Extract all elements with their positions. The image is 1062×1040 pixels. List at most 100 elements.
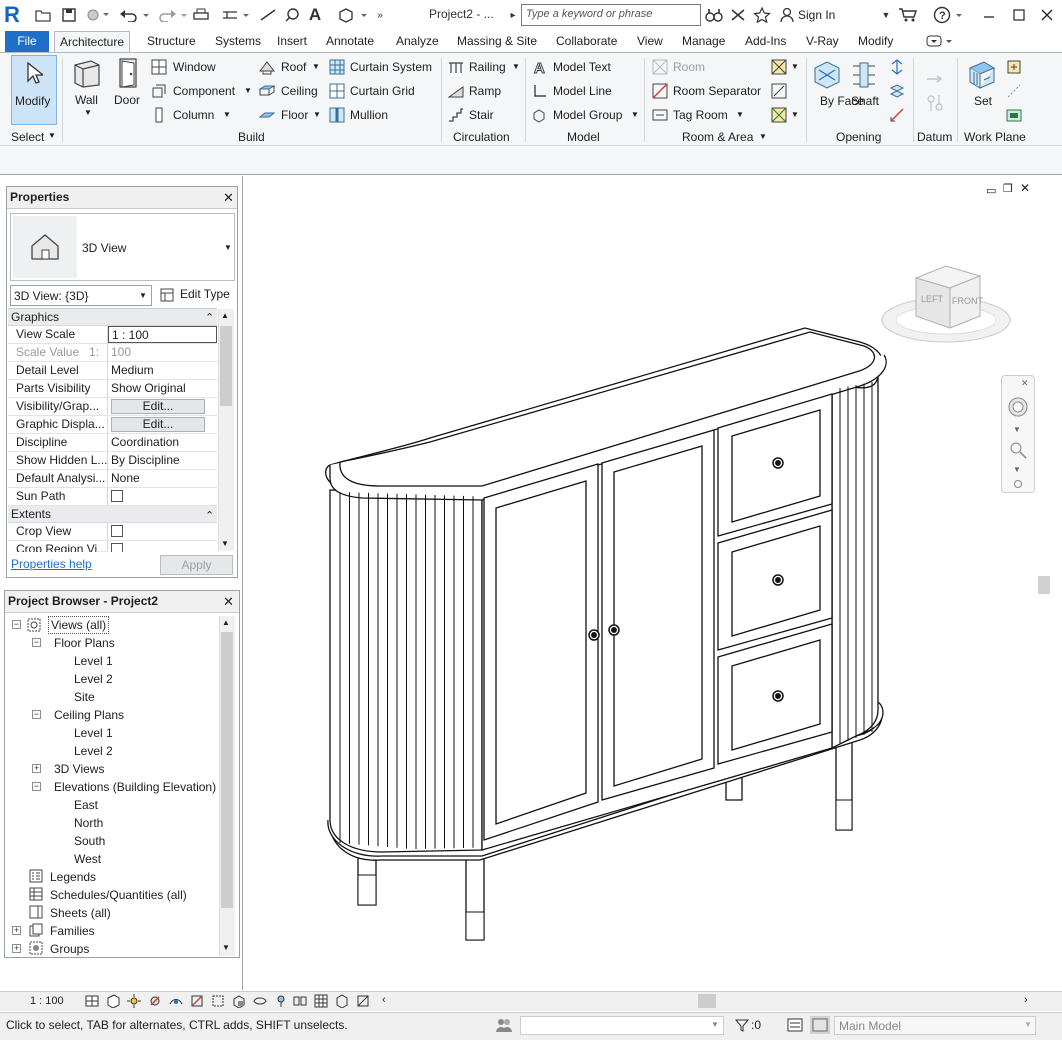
component-label[interactable]: Component <box>173 84 235 98</box>
scroll-thumb[interactable] <box>220 326 232 406</box>
graphic-display-edit-button[interactable]: Edit... <box>111 417 205 432</box>
crop-view-icon[interactable] <box>189 993 205 1009</box>
chevron-down-icon[interactable]: ▼ <box>244 86 252 95</box>
panel-title-room-area[interactable]: Room & Area <box>682 130 753 144</box>
collapse-icon[interactable]: − <box>32 782 41 791</box>
detail-level-icon[interactable] <box>84 993 100 1009</box>
railing-label[interactable]: Railing <box>469 60 506 74</box>
instance-dropdown[interactable]: 3D View: {3D} <box>10 285 152 306</box>
tab-manage[interactable]: Manage <box>677 31 730 52</box>
visual-style-icon[interactable] <box>105 993 121 1009</box>
workset-dropdown[interactable] <box>520 1016 724 1035</box>
design-options-icon[interactable] <box>810 1016 830 1034</box>
tab-systems[interactable]: Systems <box>210 31 266 52</box>
chevron-down-icon[interactable]: ▼ <box>1013 425 1021 434</box>
tree-item-ceiling-plans[interactable]: Ceiling Plans <box>54 706 124 724</box>
close-icon[interactable]: ✕ <box>1020 181 1030 195</box>
worksets-icon[interactable] <box>494 1016 514 1034</box>
scroll-up-icon[interactable]: ▲ <box>221 311 229 320</box>
visibility-edit-button[interactable]: Edit... <box>111 399 205 414</box>
property-value[interactable]: By Discipline <box>108 452 217 469</box>
shaft-icon[interactable] <box>848 58 880 92</box>
chevron-down-icon[interactable]: ▼ <box>512 62 520 71</box>
vertical-opening-icon[interactable] <box>888 82 906 100</box>
railing-icon[interactable] <box>447 58 465 76</box>
sign-in-link[interactable]: Sign In <box>798 8 835 22</box>
chevron-down-icon[interactable]: ▼ <box>223 110 231 119</box>
tree-item-families[interactable]: Families <box>50 922 95 940</box>
tab-annotate[interactable]: Annotate <box>321 31 379 52</box>
lock-view-icon[interactable] <box>231 993 247 1009</box>
editing-requests-icon[interactable] <box>786 1016 804 1034</box>
chevron-down-icon[interactable]: ▼ <box>1013 465 1021 474</box>
crop-region-icon[interactable] <box>210 993 226 1009</box>
undo-icon[interactable] <box>118 5 152 25</box>
tab-file[interactable]: File <box>5 31 49 52</box>
tab-collaborate[interactable]: Collaborate <box>551 31 622 52</box>
ribbon-toggle-icon[interactable] <box>924 32 958 50</box>
property-row[interactable]: Visibility/Grap... Edit... <box>8 398 217 416</box>
collapse-icon[interactable]: − <box>32 638 41 647</box>
close-icon[interactable]: ✕ <box>1021 378 1029 389</box>
expand-icon[interactable]: + <box>12 944 21 953</box>
tree-item-schedules[interactable]: Schedules/Quantities (all) <box>50 886 187 904</box>
stair-icon[interactable] <box>447 106 465 124</box>
curtain-system-label[interactable]: Curtain System <box>350 60 432 74</box>
property-value[interactable]: Show Original <box>108 380 217 397</box>
collapse-icon[interactable]: ⌃ <box>205 311 214 324</box>
crop-view-checkbox[interactable] <box>111 525 123 537</box>
roof-label[interactable]: Roof <box>281 60 306 74</box>
wall-opening-icon[interactable] <box>888 58 906 76</box>
group-extents[interactable]: Extents <box>8 506 217 523</box>
tab-view[interactable]: View <box>632 31 668 52</box>
chevron-down-icon[interactable]: ▼ <box>880 5 892 25</box>
ramp-icon[interactable] <box>447 82 465 100</box>
property-row[interactable]: View Scale 1 : 100 <box>8 326 217 344</box>
collapse-icon[interactable]: − <box>32 710 41 719</box>
column-label[interactable]: Column <box>173 108 214 122</box>
viewcube-left-label[interactable]: LEFT <box>921 294 944 304</box>
chevron-down-icon[interactable]: ▼ <box>631 110 639 119</box>
tree-item-sheets[interactable]: Sheets (all) <box>50 904 111 922</box>
door-label[interactable]: Door <box>114 93 140 107</box>
chevron-down-icon[interactable]: ▼ <box>711 1020 719 1029</box>
view-scale-label[interactable]: 1 : 100 <box>30 995 64 1007</box>
temporary-view-icon[interactable] <box>313 993 329 1009</box>
cart-icon[interactable] <box>897 5 919 25</box>
tab-modify[interactable]: Modify <box>853 31 898 52</box>
by-face-icon[interactable] <box>812 58 842 92</box>
collapse-icon[interactable]: ⌃ <box>205 509 214 522</box>
tree-item-west[interactable]: West <box>74 850 101 868</box>
room-separator-label[interactable]: Room Separator <box>673 84 761 98</box>
view-vscroll-thumb[interactable] <box>1038 576 1050 594</box>
revit-logo-icon[interactable]: R <box>4 2 26 28</box>
qat-more-icon[interactable]: » <box>374 5 386 25</box>
tag-room-label[interactable]: Tag Room <box>673 108 728 122</box>
floor-label[interactable]: Floor <box>281 108 308 122</box>
stair-label[interactable]: Stair <box>469 108 494 122</box>
tab-massing-site[interactable]: Massing & Site <box>452 31 542 52</box>
set-work-plane-icon[interactable] <box>964 56 1000 92</box>
tab-structure[interactable]: Structure <box>142 31 201 52</box>
dormer-icon[interactable] <box>888 106 906 124</box>
panel-title-select[interactable]: Select <box>11 130 44 144</box>
mullion-label[interactable]: Mullion <box>350 108 388 122</box>
tree-item-level-1[interactable]: Level 1 <box>74 724 113 742</box>
sun-path-icon[interactable] <box>126 993 142 1009</box>
tree-item-elevations[interactable]: Elevations (Building Elevation) <box>54 778 216 796</box>
column-icon[interactable] <box>150 106 168 124</box>
save-icon[interactable] <box>60 5 78 25</box>
set-label[interactable]: Set <box>974 94 992 108</box>
temporary-hide-icon[interactable] <box>252 993 268 1009</box>
property-row[interactable]: Graphic Displa... Edit... <box>8 416 217 434</box>
tree-item-floor-plans[interactable]: Floor Plans <box>54 634 115 652</box>
show-work-plane-icon[interactable] <box>1005 58 1023 76</box>
ramp-label[interactable]: Ramp <box>469 84 501 98</box>
chevron-down-icon[interactable]: ▼ <box>84 108 92 117</box>
close-icon[interactable]: ✕ <box>223 594 234 610</box>
sun-path-checkbox[interactable] <box>111 490 123 502</box>
model-line-icon[interactable] <box>531 82 549 100</box>
property-row[interactable]: Parts Visibility Show Original <box>8 380 217 398</box>
model-text-icon[interactable]: A <box>531 58 549 76</box>
door-icon[interactable] <box>114 56 142 90</box>
